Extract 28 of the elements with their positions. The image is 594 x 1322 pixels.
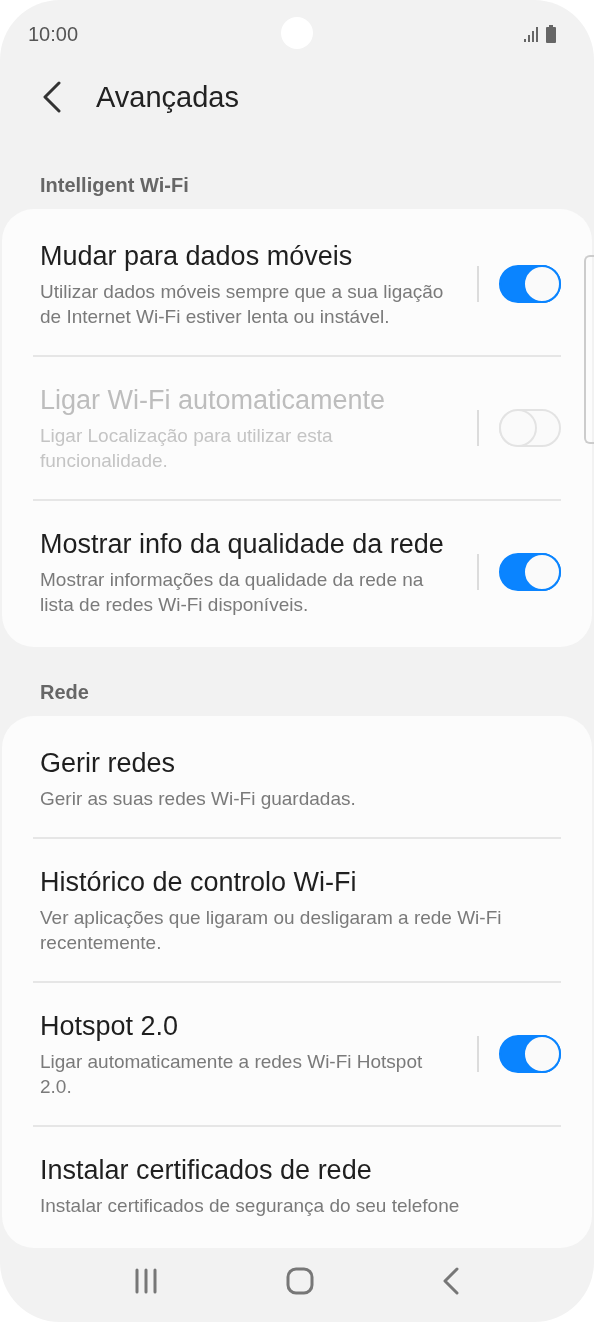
settings-item[interactable]: Gerir redes Gerir as suas redes Wi-Fi guardadas. — [33, 720, 561, 837]
item-title: Hotspot 2.0 — [40, 1010, 180, 1043]
page-title: Avançadas — [96, 80, 239, 114]
item-title: Mostrar info da qualidade da rede — [40, 528, 445, 561]
settings-item[interactable]: Mudar para dados móveis Utilizar dados móveis sempre que a sua ligação de Internet Wi-Fi estiver lenta ou instável. — [33, 213, 561, 355]
settings-item[interactable]: Histórico de controlo Wi-Fi Ver aplicações que ligaram ou desligaram a rede Wi-Fi recentemente. — [33, 837, 561, 981]
item-title: Mudar para dados móveis — [40, 240, 354, 273]
item-title: Histórico de controlo Wi-Fi — [40, 866, 358, 899]
section-header: Intelligent Wi-Fi — [39, 173, 190, 198]
settings-item[interactable]: Hotspot 2.0 Ligar automaticamente a redes Wi-Fi Hotspot 2.0. — [33, 981, 561, 1125]
status-icons — [524, 24, 558, 44]
item-title: Ligar Wi-Fi automaticamente — [40, 384, 387, 417]
item-description: Gerir as suas redes Wi-Fi guardadas. — [40, 787, 357, 811]
item-description: Utilizar dados móveis sempre que a sua ligação de Internet Wi-Fi estiver lenta ou instável. — [40, 280, 445, 329]
item-description: Ligar Localização para utilizar esta funcionalidade. — [40, 424, 334, 473]
settings-item[interactable]: Instalar certificados de rede Instalar certificados de segurança do seu telefone — [33, 1125, 561, 1244]
toggle-switch[interactable] — [499, 1035, 561, 1073]
toggle-switch[interactable] — [499, 553, 561, 591]
item-description: Ver aplicações que ligaram ou desligaram a rede Wi-Fi recentemente. — [40, 906, 503, 955]
item-description: Mostrar informações da qualidade da rede na lista de redes Wi-Fi disponíveis. — [40, 568, 425, 617]
item-description: Ligar automaticamente a redes Wi-Fi Hotspot 2.0. — [40, 1050, 424, 1099]
status-time: 10:00 — [28, 22, 79, 46]
item-description: Instalar certificados de segurança do seu telefone — [40, 1194, 461, 1218]
settings-item[interactable]: Mostrar info da qualidade da rede Mostrar informações da qualidade da rede na lista de redes Wi-Fi disponíveis. — [33, 499, 561, 643]
item-title: Gerir redes — [40, 747, 177, 780]
toggle-switch[interactable] — [499, 265, 561, 303]
section-header: Rede — [39, 680, 90, 705]
item-title: Instalar certificados de rede — [40, 1154, 373, 1187]
